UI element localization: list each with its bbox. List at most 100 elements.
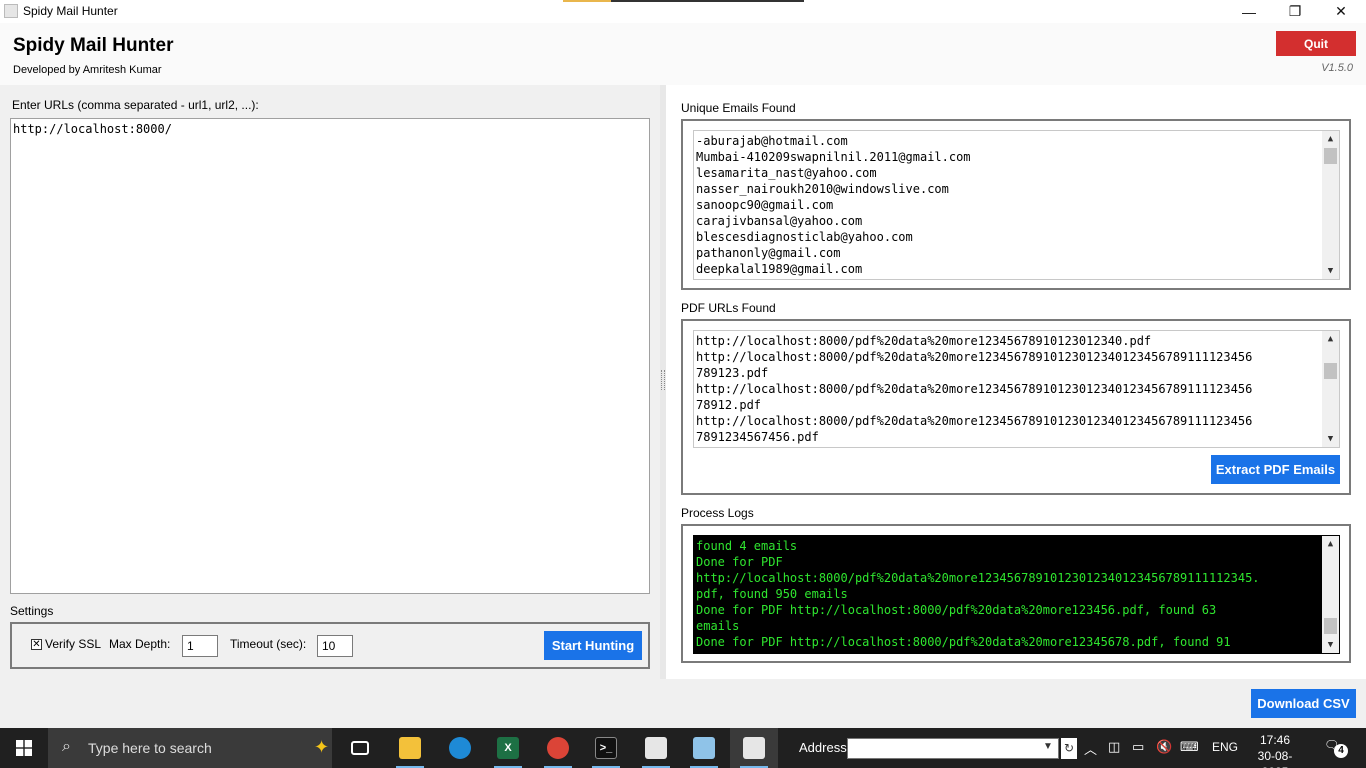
excel-icon[interactable]: X: [484, 728, 532, 768]
chevron-down-icon[interactable]: ▼: [1043, 741, 1053, 752]
volume-muted-icon[interactable]: 🔇: [1156, 739, 1172, 755]
chevron-up-icon[interactable]: ︿: [1084, 739, 1097, 758]
scroll-thumb[interactable]: [1324, 148, 1337, 164]
minimize-button[interactable]: —: [1226, 0, 1272, 23]
log-line: emails: [696, 619, 740, 633]
language-indicator[interactable]: ENG: [1212, 740, 1238, 754]
download-csv-button[interactable]: Download CSV: [1251, 689, 1356, 718]
email-item: carajivbansal@yahoo.com: [696, 214, 863, 228]
refresh-icon[interactable]: ↻: [1061, 738, 1077, 759]
maximize-button[interactable]: ❐: [1272, 0, 1318, 23]
pdf-urls-list[interactable]: http://localhost:8000/pdf%20data%20more1…: [693, 330, 1340, 448]
pdf-url-line: 7891234567456.pdf: [696, 430, 819, 444]
pdf-url-line: 789123.pdf: [696, 366, 769, 380]
clock[interactable]: 17:46 30-08-2025: [1248, 732, 1302, 768]
window-title: Spidy Mail Hunter: [23, 4, 118, 18]
log-line: http://localhost:8000/pdf%20data%20more1…: [696, 571, 1260, 585]
urls-label: Enter URLs (comma separated - url1, url2…: [12, 98, 259, 112]
pdf-url-line: 78912.pdf: [696, 398, 762, 412]
verify-ssl-label: Verify SSL: [45, 637, 102, 651]
scroll-thumb[interactable]: [1324, 363, 1337, 379]
scroll-up-icon[interactable]: ▲: [1322, 131, 1339, 147]
app-header: Spidy Mail Hunter Developed by Amritesh …: [0, 23, 1366, 85]
email-item: Mumbai-410209swapnilnil.2011@gmail.com: [696, 150, 971, 164]
timeout-input[interactable]: 10: [317, 635, 353, 657]
spidy-mail-hunter-taskbar-icon[interactable]: [730, 728, 778, 768]
email-item: sanoopc90@gmail.com: [696, 198, 834, 212]
log-line: pdf, found 950 emails: [696, 587, 848, 601]
pdfs-scrollbar[interactable]: ▲ ▼: [1322, 331, 1339, 447]
log-line: Done for PDF http://localhost:8000/pdf%2…: [696, 603, 1217, 617]
emails-scrollbar[interactable]: ▲ ▼: [1322, 131, 1339, 279]
email-item: pathanonly@gmail.com: [696, 246, 841, 260]
logs-scrollbar[interactable]: ▲ ▼: [1322, 536, 1339, 653]
email-item: deepkalal1989@gmail.com: [696, 262, 863, 276]
close-button[interactable]: ✕: [1318, 0, 1364, 23]
window-titlebar: Spidy Mail Hunter — ❐ ✕: [0, 0, 1366, 23]
left-pane: Enter URLs (comma separated - url1, url2…: [0, 85, 660, 679]
terminal-icon[interactable]: >_: [582, 728, 630, 768]
log-line: Done for PDF: [696, 555, 783, 569]
scroll-down-icon[interactable]: ▼: [1322, 431, 1339, 447]
taskbar-search[interactable]: ⌕ Type here to search ✦: [48, 728, 332, 768]
max-depth-input[interactable]: 1: [182, 635, 218, 657]
logs-frame: found 4 emails Done for PDF http://local…: [681, 524, 1351, 663]
log-line: found 4 emails: [696, 539, 798, 553]
sparkle-icon: ✦: [314, 737, 330, 757]
network-icon[interactable]: ▭: [1132, 739, 1144, 755]
start-hunting-button[interactable]: Start Hunting: [544, 631, 642, 660]
quit-button[interactable]: Quit: [1276, 31, 1356, 56]
notification-badge: 4: [1334, 744, 1348, 758]
emails-label: Unique Emails Found: [681, 101, 796, 115]
meet-now-icon[interactable]: ◫: [1108, 739, 1120, 755]
process-logs[interactable]: found 4 emails Done for PDF http://local…: [693, 535, 1340, 654]
search-placeholder: Type here to search: [88, 740, 212, 756]
email-item: lesamarita_nast@yahoo.com: [696, 166, 877, 180]
edge-icon[interactable]: [436, 728, 484, 768]
start-button[interactable]: [0, 728, 48, 768]
scroll-up-icon[interactable]: ▲: [1322, 331, 1339, 347]
notification-icon[interactable]: 🗨 4: [1324, 738, 1348, 758]
right-pane: Unique Emails Found -aburajab@hotmail.co…: [666, 85, 1366, 679]
extract-pdf-emails-button[interactable]: Extract PDF Emails: [1211, 455, 1340, 484]
max-depth-label: Max Depth:: [109, 637, 171, 651]
urls-textarea[interactable]: http://localhost:8000/: [10, 118, 650, 594]
windows-logo-icon: [16, 740, 32, 756]
chrome-icon[interactable]: [534, 728, 582, 768]
notepad-icon[interactable]: [680, 728, 728, 768]
email-item: -aburajab@hotmail.com: [696, 134, 848, 148]
log-line: Done for PDF http://localhost:8000/pdf%2…: [696, 635, 1231, 649]
app-window-icon[interactable]: [632, 728, 680, 768]
top-strip: [563, 0, 804, 2]
app-title: Spidy Mail Hunter: [13, 35, 174, 56]
address-input[interactable]: [847, 738, 1059, 759]
task-view-icon[interactable]: [336, 728, 384, 768]
clock-time: 17:46: [1259, 733, 1291, 747]
emails-frame: -aburajab@hotmail.com Mumbai-410209swapn…: [681, 119, 1351, 290]
developer-credit: Developed by Amritesh Kumar: [13, 64, 162, 76]
taskbar: ⌕ Type here to search ✦ X >_ Address ▼ ↻…: [0, 728, 1366, 768]
pdf-url-line: http://localhost:8000/pdf%20data%20more1…: [696, 350, 1253, 364]
pdfs-label: PDF URLs Found: [681, 301, 776, 315]
clock-date: 30-08-2025: [1257, 749, 1293, 768]
file-explorer-icon[interactable]: [386, 728, 434, 768]
scroll-thumb[interactable]: [1324, 618, 1337, 634]
settings-label: Settings: [10, 604, 54, 618]
verify-ssl-checkbox[interactable]: ✕: [31, 639, 42, 650]
address-label: Address: [799, 740, 847, 755]
scroll-down-icon[interactable]: ▼: [1322, 637, 1339, 653]
scroll-down-icon[interactable]: ▼: [1322, 263, 1339, 279]
scroll-up-icon[interactable]: ▲: [1322, 536, 1339, 552]
app-icon: [4, 4, 18, 18]
keyboard-icon[interactable]: ⌨: [1180, 739, 1199, 755]
pdfs-frame: http://localhost:8000/pdf%20data%20more1…: [681, 319, 1351, 495]
settings-group: ✕ Verify SSL Max Depth: 1 Timeout (sec):…: [10, 622, 650, 669]
bottom-bar: Download CSV: [0, 679, 1366, 728]
timeout-label: Timeout (sec):: [230, 637, 307, 651]
version-label: V1.5.0: [1321, 62, 1353, 74]
pdf-url-line: http://localhost:8000/pdf%20data%20more1…: [696, 382, 1253, 396]
email-item: nasser_nairoukh2010@windowslive.com: [696, 182, 949, 196]
pdf-url-line: http://localhost:8000/pdf%20data%20more1…: [696, 334, 1152, 348]
email-item: blescesdiagnosticlab@yahoo.com: [696, 230, 913, 244]
emails-list[interactable]: -aburajab@hotmail.com Mumbai-410209swapn…: [693, 130, 1340, 280]
